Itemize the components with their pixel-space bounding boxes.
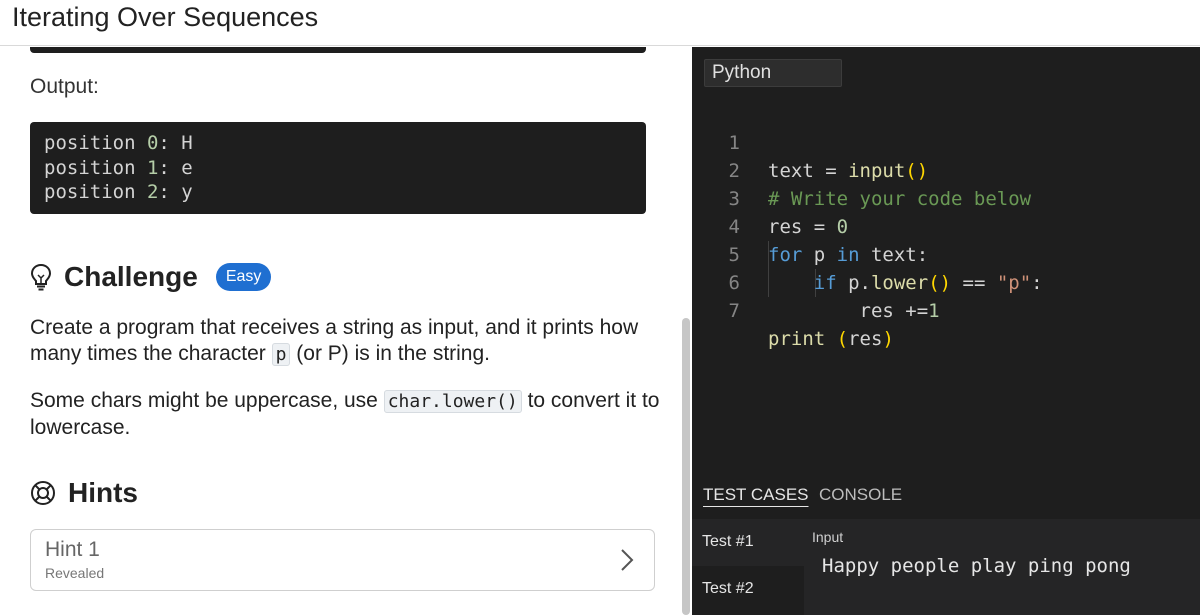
code-line: 1 text = input() bbox=[728, 132, 929, 182]
output-line: position 0: H bbox=[44, 132, 193, 154]
bottom-tabs: TEST CASES CONSOLE bbox=[692, 483, 1200, 515]
editor-panel: Python 1 text = input() 2 # Write your c… bbox=[692, 47, 1200, 615]
test-list: Test #1 Test #2 bbox=[692, 519, 804, 615]
challenge-heading: Challenge bbox=[64, 261, 198, 292]
lesson-scrollbar[interactable] bbox=[682, 318, 690, 615]
output-line: position 2: y bbox=[44, 181, 193, 203]
inline-code: char.lower() bbox=[383, 390, 522, 413]
test-item[interactable]: Test #1 bbox=[692, 519, 804, 566]
output-code-block: position 0: H position 1: e position 2: … bbox=[30, 122, 646, 214]
hint-card[interactable]: Hint 1 Revealed bbox=[30, 529, 655, 591]
challenge-description: Create a program that receives a string … bbox=[30, 316, 639, 366]
code-line: 3 res = 0 bbox=[728, 188, 849, 238]
tab-console[interactable]: CONSOLE bbox=[819, 485, 902, 505]
hint-status: Revealed bbox=[45, 565, 105, 581]
input-label: Input bbox=[812, 529, 844, 545]
code-line: 6 res +=1 bbox=[728, 272, 940, 322]
test-input-value: Happy people play ping pong bbox=[822, 555, 1131, 577]
challenge-note: Some chars might be uppercase, use char.… bbox=[30, 389, 660, 439]
output-line: position 1: e bbox=[44, 156, 193, 179]
inline-code: p bbox=[271, 343, 291, 366]
previous-code-block bbox=[30, 47, 646, 53]
lifebuoy-icon bbox=[31, 481, 55, 505]
code-line: 2 # Write your code below bbox=[728, 160, 1032, 210]
tab-test-cases[interactable]: TEST CASES bbox=[703, 485, 809, 505]
title-bar: Iterating Over Sequences bbox=[0, 0, 1200, 46]
difficulty-badge: Easy bbox=[215, 263, 272, 291]
code-line: 5 if p.lower() == "p": bbox=[728, 244, 1043, 294]
hints-heading: Hints bbox=[68, 477, 138, 508]
code-editor[interactable]: 1 text = input() 2 # Write your code bel… bbox=[692, 101, 1200, 350]
code-line: 7 print (res) bbox=[728, 300, 894, 350]
lesson-panel[interactable]: Output: position 0: H position 1: e posi… bbox=[0, 47, 690, 615]
test-cases-panel: Test #1 Test #2 Input Happy people play … bbox=[692, 519, 1200, 615]
language-select[interactable]: Python bbox=[704, 59, 842, 87]
code-line: 4 for p in text: bbox=[728, 216, 929, 266]
hints-header: Hints bbox=[30, 475, 138, 511]
chevron-right-icon[interactable] bbox=[620, 548, 634, 572]
test-item[interactable]: Test #2 bbox=[692, 566, 804, 613]
challenge-header: Challenge Easy bbox=[30, 257, 272, 297]
lightbulb-icon bbox=[30, 263, 52, 291]
hint-title: Hint 1 bbox=[45, 538, 100, 561]
output-label: Output: bbox=[30, 75, 99, 98]
page-title: Iterating Over Sequences bbox=[12, 2, 319, 32]
